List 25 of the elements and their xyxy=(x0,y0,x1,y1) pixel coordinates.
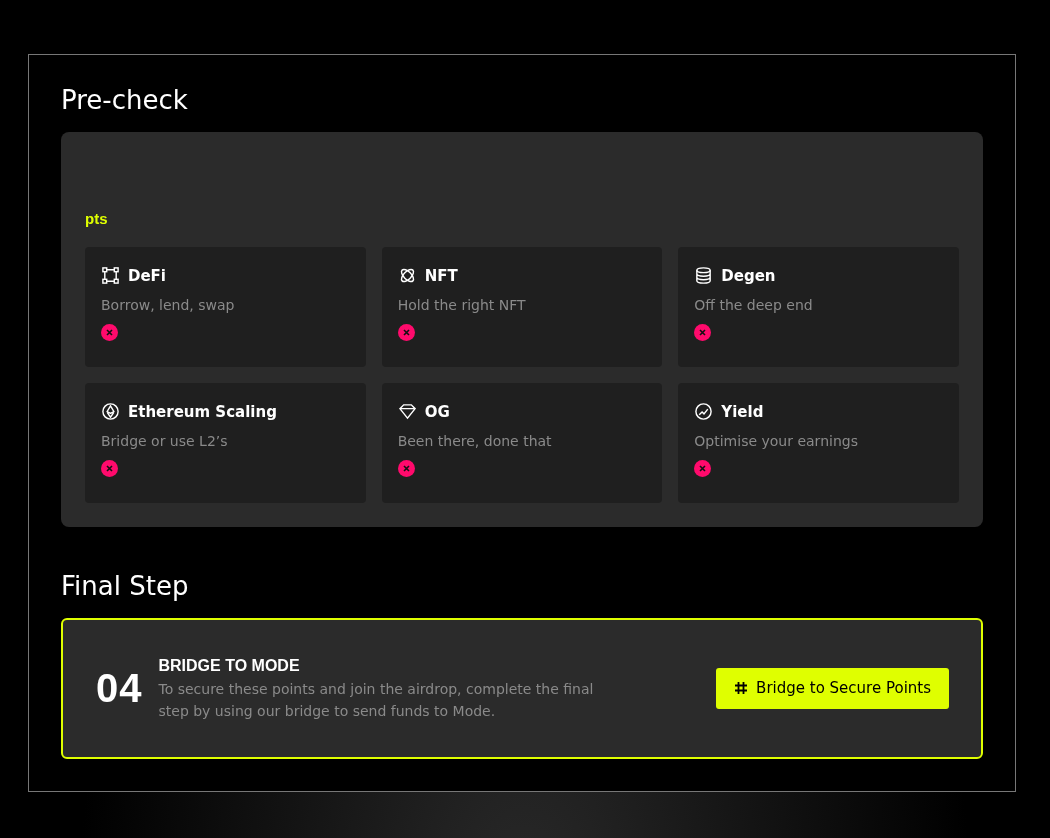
category-description: Bridge or use L2’s xyxy=(101,432,229,452)
category-title: NFT xyxy=(424,265,458,287)
step-number: 04 xyxy=(96,668,143,709)
nodes-icon xyxy=(101,266,120,286)
step-heading: BRIDGE TO MODE xyxy=(158,655,301,676)
section-title: Final Step xyxy=(61,570,190,602)
database-icon xyxy=(694,266,714,286)
step-description: To secure these points and join the airdrop, complete the final step by using our bridge to send funds to Mode. xyxy=(158,679,595,722)
chart-icon xyxy=(694,402,714,422)
category-title: OG xyxy=(424,401,450,423)
category-description: Off the deep end xyxy=(694,296,814,316)
category-title: DeFi xyxy=(128,265,166,287)
category-description: Borrow, lend, swap xyxy=(101,296,236,316)
diamond-icon xyxy=(397,402,417,422)
points-label: pts xyxy=(85,209,109,230)
section-title: Pre-check xyxy=(61,85,189,117)
category-description: Been there, done that xyxy=(397,432,553,452)
category-title: Degen xyxy=(721,265,776,287)
category-title: Ethereum Scaling xyxy=(128,401,277,423)
category-description: Optimise your earnings xyxy=(694,432,859,452)
ethereum-icon xyxy=(101,402,120,422)
bridge-button[interactable]: Bridge to Secure Points xyxy=(716,668,949,709)
category-title: Yield xyxy=(721,401,764,423)
category-description: Hold the right NFT xyxy=(397,296,527,316)
hash-icon xyxy=(734,681,749,696)
